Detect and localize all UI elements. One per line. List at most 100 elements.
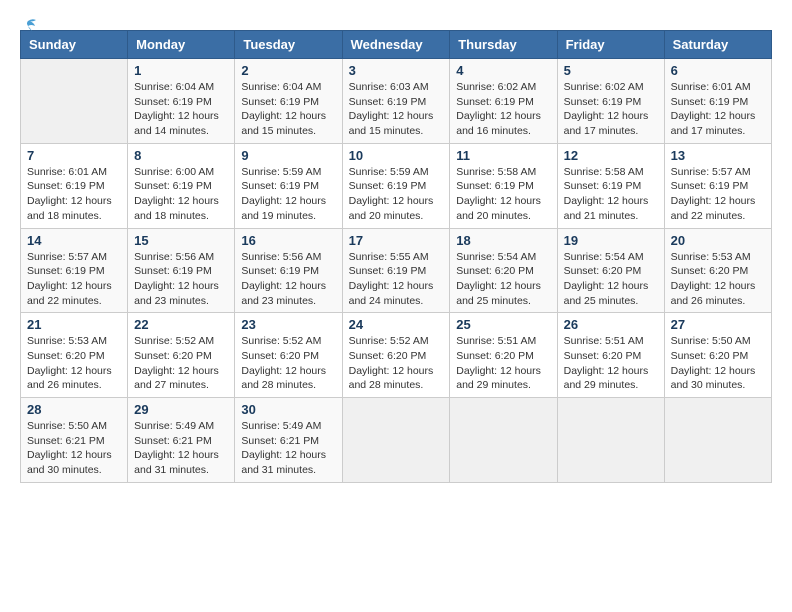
day-info: Sunrise: 6:01 AM Sunset: 6:19 PM Dayligh…	[671, 80, 765, 139]
day-number: 8	[134, 148, 228, 163]
day-number: 9	[241, 148, 335, 163]
calendar-cell: 30 Sunrise: 5:49 AM Sunset: 6:21 PM Dayli…	[235, 398, 342, 483]
day-info: Sunrise: 5:59 AM Sunset: 6:19 PM Dayligh…	[241, 165, 335, 224]
day-number: 23	[241, 317, 335, 332]
calendar-cell: 7 Sunrise: 6:01 AM Sunset: 6:19 PM Daylig…	[21, 143, 128, 228]
day-info: Sunrise: 5:52 AM Sunset: 6:20 PM Dayligh…	[134, 334, 228, 393]
day-info: Sunrise: 5:54 AM Sunset: 6:20 PM Dayligh…	[564, 250, 658, 309]
header-day-friday: Friday	[557, 31, 664, 59]
calendar-cell: 4Sunrise: 6:02 AM Sunset: 6:19 PM Daylig…	[450, 59, 557, 144]
calendar-cell: 17 Sunrise: 5:55 AM Sunset: 6:19 PM Dayli…	[342, 228, 450, 313]
day-number: 26	[564, 317, 658, 332]
calendar-cell	[557, 398, 664, 483]
day-info: Sunrise: 6:02 AM Sunset: 6:19 PM Dayligh…	[456, 80, 550, 139]
day-number: 16	[241, 233, 335, 248]
day-number: 5	[564, 63, 658, 78]
calendar-cell: 27 Sunrise: 5:50 AM Sunset: 6:20 PM Dayli…	[664, 313, 771, 398]
calendar-cell: 12Sunrise: 5:58 AM Sunset: 6:19 PM Dayli…	[557, 143, 664, 228]
day-number: 22	[134, 317, 228, 332]
day-info: Sunrise: 6:02 AM Sunset: 6:19 PM Dayligh…	[564, 80, 658, 139]
header-day-thursday: Thursday	[450, 31, 557, 59]
day-number: 12	[564, 148, 658, 163]
day-info: Sunrise: 6:04 AM Sunset: 6:19 PM Dayligh…	[134, 80, 228, 139]
calendar-cell: 19 Sunrise: 5:54 AM Sunset: 6:20 PM Dayli…	[557, 228, 664, 313]
day-info: Sunrise: 6:04 AM Sunset: 6:19 PM Dayligh…	[241, 80, 335, 139]
calendar-cell: 23 Sunrise: 5:52 AM Sunset: 6:20 PM Dayli…	[235, 313, 342, 398]
day-info: Sunrise: 5:51 AM Sunset: 6:20 PM Dayligh…	[456, 334, 550, 393]
calendar-cell: 15 Sunrise: 5:56 AM Sunset: 6:19 PM Dayli…	[128, 228, 235, 313]
day-number: 13	[671, 148, 765, 163]
calendar-cell: 2 Sunrise: 6:04 AM Sunset: 6:19 PM Daylig…	[235, 59, 342, 144]
day-number: 17	[349, 233, 444, 248]
calendar-cell: 9 Sunrise: 5:59 AM Sunset: 6:19 PM Daylig…	[235, 143, 342, 228]
header-day-saturday: Saturday	[664, 31, 771, 59]
calendar-cell: 1 Sunrise: 6:04 AM Sunset: 6:19 PM Daylig…	[128, 59, 235, 144]
day-info: Sunrise: 5:51 AM Sunset: 6:20 PM Dayligh…	[564, 334, 658, 393]
calendar-cell: 16 Sunrise: 5:56 AM Sunset: 6:19 PM Dayli…	[235, 228, 342, 313]
day-info: Sunrise: 5:52 AM Sunset: 6:20 PM Dayligh…	[349, 334, 444, 393]
day-number: 15	[134, 233, 228, 248]
day-info: Sunrise: 5:49 AM Sunset: 6:21 PM Dayligh…	[134, 419, 228, 478]
calendar-cell: 3Sunrise: 6:03 AM Sunset: 6:19 PM Daylig…	[342, 59, 450, 144]
calendar-cell: 22 Sunrise: 5:52 AM Sunset: 6:20 PM Dayli…	[128, 313, 235, 398]
header-day-monday: Monday	[128, 31, 235, 59]
calendar-cell: 20 Sunrise: 5:53 AM Sunset: 6:20 PM Dayli…	[664, 228, 771, 313]
calendar-cell: 5 Sunrise: 6:02 AM Sunset: 6:19 PM Daylig…	[557, 59, 664, 144]
calendar-cell: 29Sunrise: 5:49 AM Sunset: 6:21 PM Dayli…	[128, 398, 235, 483]
calendar-cell: 18 Sunrise: 5:54 AM Sunset: 6:20 PM Dayli…	[450, 228, 557, 313]
calendar-week-4: 21Sunrise: 5:53 AM Sunset: 6:20 PM Dayli…	[21, 313, 772, 398]
day-number: 2	[241, 63, 335, 78]
day-number: 27	[671, 317, 765, 332]
calendar-week-1: 1 Sunrise: 6:04 AM Sunset: 6:19 PM Daylig…	[21, 59, 772, 144]
day-number: 6	[671, 63, 765, 78]
day-info: Sunrise: 5:59 AM Sunset: 6:19 PM Dayligh…	[349, 165, 444, 224]
calendar-week-2: 7 Sunrise: 6:01 AM Sunset: 6:19 PM Daylig…	[21, 143, 772, 228]
day-info: Sunrise: 5:57 AM Sunset: 6:19 PM Dayligh…	[671, 165, 765, 224]
day-number: 24	[349, 317, 444, 332]
calendar-cell	[342, 398, 450, 483]
day-info: Sunrise: 5:57 AM Sunset: 6:19 PM Dayligh…	[27, 250, 121, 309]
day-info: Sunrise: 5:58 AM Sunset: 6:19 PM Dayligh…	[456, 165, 550, 224]
day-info: Sunrise: 5:52 AM Sunset: 6:20 PM Dayligh…	[241, 334, 335, 393]
day-number: 19	[564, 233, 658, 248]
calendar-cell: 21Sunrise: 5:53 AM Sunset: 6:20 PM Dayli…	[21, 313, 128, 398]
day-info: Sunrise: 5:55 AM Sunset: 6:19 PM Dayligh…	[349, 250, 444, 309]
day-number: 21	[27, 317, 121, 332]
day-info: Sunrise: 5:54 AM Sunset: 6:20 PM Dayligh…	[456, 250, 550, 309]
calendar-cell: 24 Sunrise: 5:52 AM Sunset: 6:20 PM Dayli…	[342, 313, 450, 398]
day-info: Sunrise: 5:53 AM Sunset: 6:20 PM Dayligh…	[671, 250, 765, 309]
day-info: Sunrise: 5:50 AM Sunset: 6:20 PM Dayligh…	[671, 334, 765, 393]
calendar-cell	[21, 59, 128, 144]
day-number: 1	[134, 63, 228, 78]
day-number: 28	[27, 402, 121, 417]
day-info: Sunrise: 5:56 AM Sunset: 6:19 PM Dayligh…	[241, 250, 335, 309]
calendar-cell: 8Sunrise: 6:00 AM Sunset: 6:19 PM Daylig…	[128, 143, 235, 228]
calendar-cell: 25 Sunrise: 5:51 AM Sunset: 6:20 PM Dayli…	[450, 313, 557, 398]
day-info: Sunrise: 5:50 AM Sunset: 6:21 PM Dayligh…	[27, 419, 121, 478]
day-number: 3	[349, 63, 444, 78]
calendar-cell: 28 Sunrise: 5:50 AM Sunset: 6:21 PM Dayli…	[21, 398, 128, 483]
day-info: Sunrise: 5:49 AM Sunset: 6:21 PM Dayligh…	[241, 419, 335, 478]
calendar-cell: 6 Sunrise: 6:01 AM Sunset: 6:19 PM Daylig…	[664, 59, 771, 144]
day-info: Sunrise: 5:56 AM Sunset: 6:19 PM Dayligh…	[134, 250, 228, 309]
calendar-week-5: 28 Sunrise: 5:50 AM Sunset: 6:21 PM Dayli…	[21, 398, 772, 483]
calendar-week-3: 14 Sunrise: 5:57 AM Sunset: 6:19 PM Dayli…	[21, 228, 772, 313]
day-info: Sunrise: 6:01 AM Sunset: 6:19 PM Dayligh…	[27, 165, 121, 224]
calendar-cell	[450, 398, 557, 483]
logo-bird-icon	[18, 16, 38, 36]
header-day-tuesday: Tuesday	[235, 31, 342, 59]
day-number: 18	[456, 233, 550, 248]
calendar-body: 1 Sunrise: 6:04 AM Sunset: 6:19 PM Daylig…	[21, 59, 772, 483]
calendar-cell: 13 Sunrise: 5:57 AM Sunset: 6:19 PM Dayli…	[664, 143, 771, 228]
day-number: 30	[241, 402, 335, 417]
calendar-cell: 26 Sunrise: 5:51 AM Sunset: 6:20 PM Dayli…	[557, 313, 664, 398]
calendar-cell	[664, 398, 771, 483]
day-number: 14	[27, 233, 121, 248]
calendar-cell: 10Sunrise: 5:59 AM Sunset: 6:19 PM Dayli…	[342, 143, 450, 228]
day-number: 11	[456, 148, 550, 163]
calendar-cell: 11 Sunrise: 5:58 AM Sunset: 6:19 PM Dayli…	[450, 143, 557, 228]
day-number: 20	[671, 233, 765, 248]
day-number: 7	[27, 148, 121, 163]
day-number: 25	[456, 317, 550, 332]
calendar-table: SundayMondayTuesdayWednesdayThursdayFrid…	[20, 30, 772, 483]
